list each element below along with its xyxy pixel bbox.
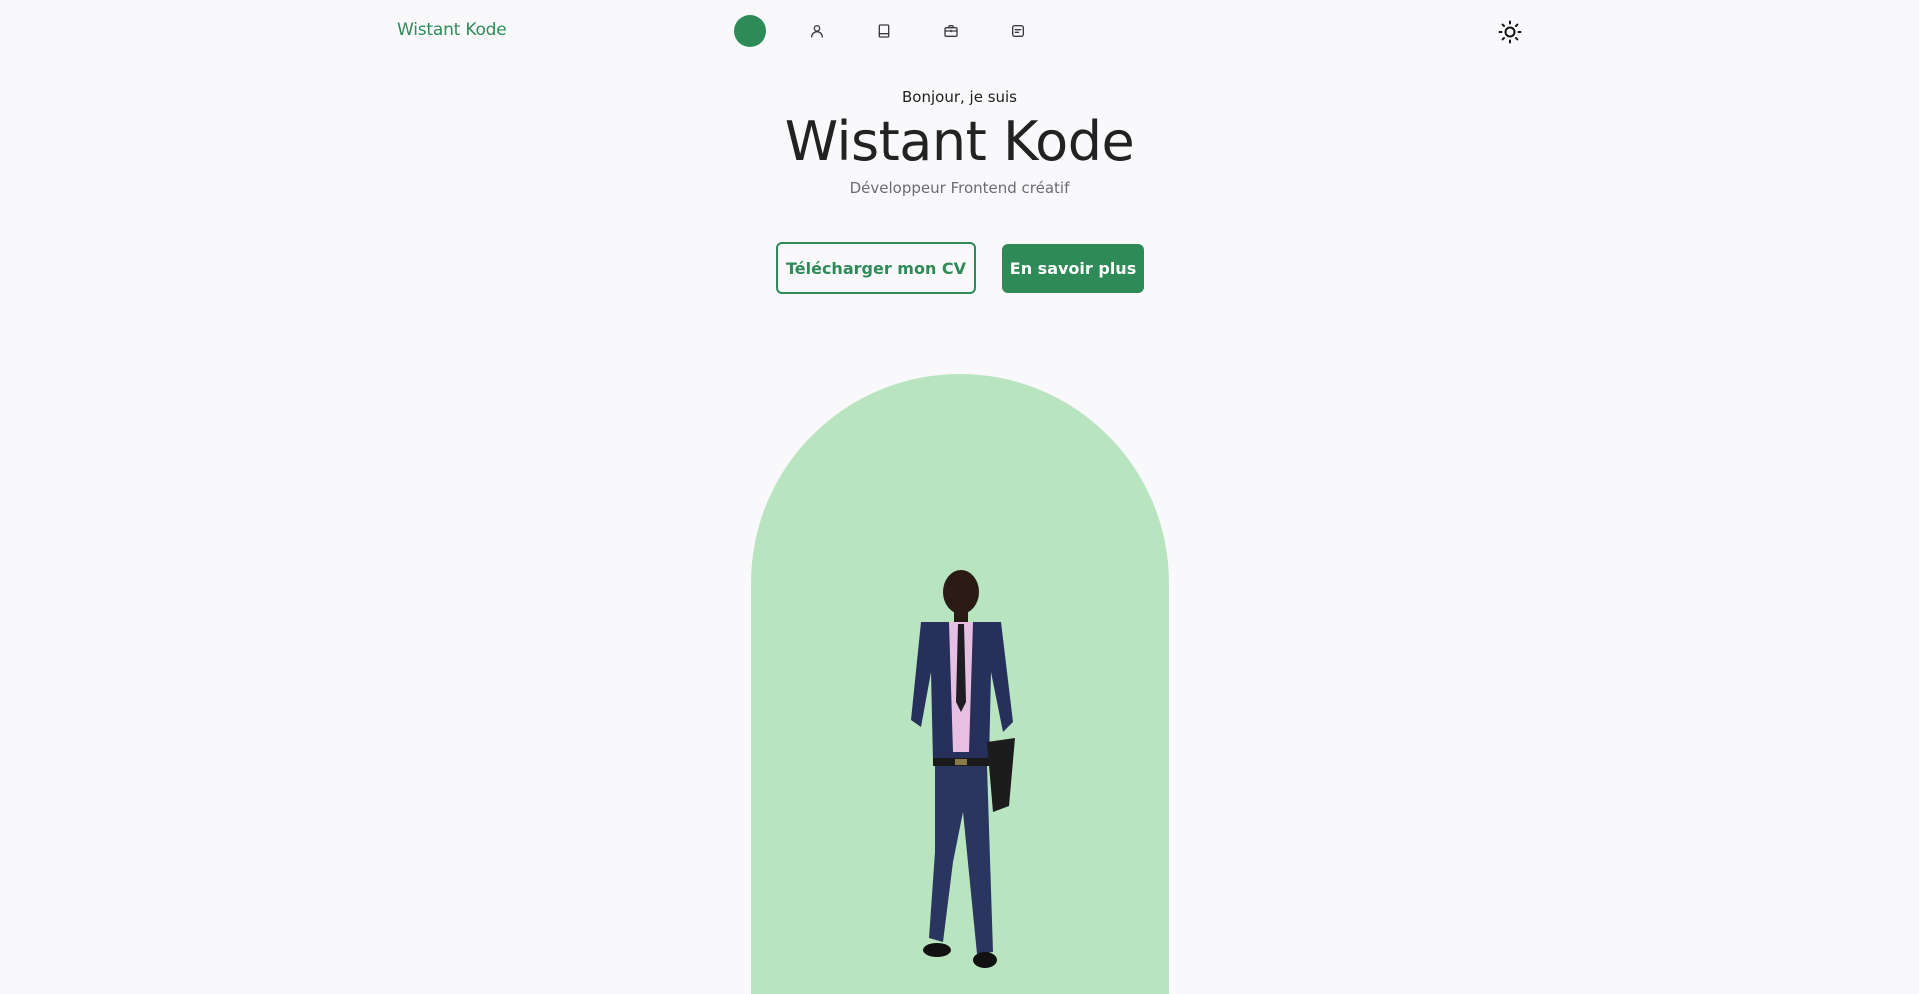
sun-icon: [1498, 20, 1522, 44]
user-icon: [811, 25, 823, 38]
hero-greeting: Bonjour, je suis: [902, 88, 1017, 106]
nav-home[interactable]: [734, 15, 766, 47]
hero-name: Wistant Kode: [784, 110, 1135, 173]
book-icon: [878, 24, 890, 38]
portrait-arch: [751, 374, 1169, 994]
nav-skills[interactable]: [868, 15, 900, 47]
nav-about[interactable]: [801, 15, 833, 47]
nav-contact[interactable]: [1002, 15, 1034, 47]
site-logo[interactable]: Wistant Kode: [397, 20, 507, 40]
nav-portfolio[interactable]: [935, 15, 967, 47]
learn-more-button[interactable]: En savoir plus: [1002, 244, 1144, 293]
site-header: Wistant Kode: [0, 0, 1919, 64]
theme-toggle-button[interactable]: [1496, 18, 1524, 46]
hero-role: Développeur Frontend créatif: [849, 179, 1070, 197]
portrait-image: [911, 570, 1015, 968]
message-icon: [1012, 25, 1024, 37]
download-cv-button[interactable]: Télécharger mon CV: [776, 242, 976, 294]
main-nav: [734, 15, 1034, 47]
briefcase-icon: [944, 25, 958, 37]
